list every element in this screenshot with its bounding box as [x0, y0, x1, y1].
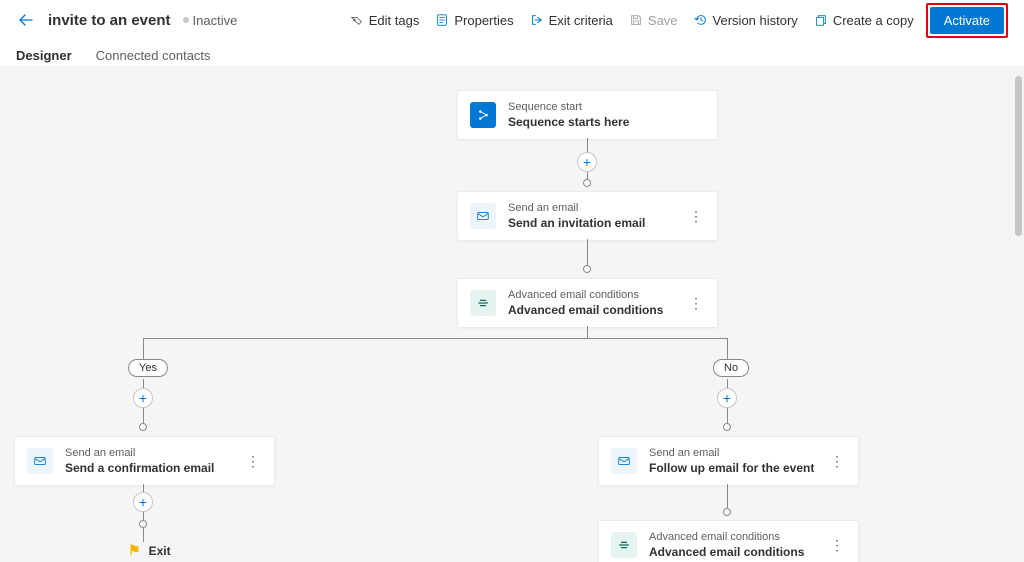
node-title-label: Advanced email conditions — [508, 303, 687, 317]
edit-tags-button[interactable]: Edit tags — [342, 8, 428, 33]
designer-canvas[interactable]: Sequence start Sequence starts here + Se… — [0, 66, 1024, 562]
node-followup-email[interactable]: Send an email Follow up email for the ev… — [598, 436, 859, 486]
add-step-button[interactable]: + — [717, 388, 737, 408]
exit-criteria-button[interactable]: Exit criteria — [522, 8, 621, 33]
node-type-label: Send an email — [65, 447, 244, 459]
branch-yes: Yes — [128, 359, 168, 377]
save-icon — [629, 13, 643, 27]
conditions-icon — [611, 532, 637, 558]
email-icon — [470, 203, 496, 229]
node-title-label: Advanced email conditions — [649, 545, 828, 559]
connector-dot — [139, 520, 147, 528]
node-send-confirmation[interactable]: Send an email Send a confirmation email … — [14, 436, 275, 486]
page-title: invite to an event — [48, 12, 171, 29]
exit-criteria-label: Exit criteria — [549, 13, 613, 28]
exit-label: Exit — [149, 544, 171, 558]
properties-icon — [435, 13, 449, 27]
node-more-button[interactable]: ⋮ — [687, 295, 705, 312]
node-type-label: Sequence start — [508, 101, 705, 113]
node-more-button[interactable]: ⋮ — [828, 537, 846, 554]
node-advanced-conditions-2[interactable]: Advanced email conditions Advanced email… — [598, 520, 859, 562]
conditions-icon — [470, 290, 496, 316]
save-label: Save — [648, 13, 678, 28]
node-advanced-conditions[interactable]: Advanced email conditions Advanced email… — [457, 278, 718, 328]
copy-icon — [814, 13, 828, 27]
exit-icon — [530, 13, 544, 27]
email-icon — [27, 448, 53, 474]
back-button[interactable] — [16, 10, 36, 30]
version-history-label: Version history — [713, 13, 798, 28]
properties-label: Properties — [454, 13, 513, 28]
connector-dot — [583, 179, 591, 187]
save-button: Save — [621, 8, 686, 33]
node-sequence-start[interactable]: Sequence start Sequence starts here — [457, 90, 718, 140]
create-copy-label: Create a copy — [833, 13, 914, 28]
exit-node[interactable]: ⚑ Exit — [128, 542, 171, 559]
properties-button[interactable]: Properties — [427, 8, 521, 33]
activate-button[interactable]: Activate — [930, 7, 1004, 34]
status-indicator-icon — [183, 17, 189, 23]
edit-tags-label: Edit tags — [369, 13, 420, 28]
arrow-left-icon — [18, 12, 34, 28]
node-title-label: Send a confirmation email — [65, 461, 244, 475]
history-icon — [694, 13, 708, 27]
node-type-label: Send an email — [508, 202, 687, 214]
status-text: Inactive — [193, 13, 238, 28]
sequence-start-icon — [470, 102, 496, 128]
add-step-button[interactable]: + — [133, 388, 153, 408]
branch-no: No — [713, 359, 749, 377]
header-bar: invite to an event Inactive Edit tags Pr… — [0, 0, 1024, 40]
node-more-button[interactable]: ⋮ — [244, 453, 262, 470]
node-type-label: Send an email — [649, 447, 828, 459]
activate-highlight: Activate — [926, 3, 1008, 38]
scrollbar-track[interactable] — [1014, 76, 1022, 552]
scrollbar-thumb[interactable] — [1015, 76, 1022, 236]
connector-dot — [139, 423, 147, 431]
node-more-button[interactable]: ⋮ — [828, 453, 846, 470]
node-send-invitation[interactable]: Send an email Send an invitation email ⋮ — [457, 191, 718, 241]
node-type-label: Advanced email conditions — [508, 289, 687, 301]
node-title-label: Sequence starts here — [508, 115, 705, 129]
version-history-button[interactable]: Version history — [686, 8, 806, 33]
node-title-label: Send an invitation email — [508, 216, 687, 230]
node-type-label: Advanced email conditions — [649, 531, 828, 543]
connector-dot — [583, 265, 591, 273]
node-title-label: Follow up email for the event — [649, 461, 828, 475]
create-copy-button[interactable]: Create a copy — [806, 8, 922, 33]
add-step-button[interactable]: + — [133, 492, 153, 512]
connector-dot — [723, 508, 731, 516]
node-more-button[interactable]: ⋮ — [687, 208, 705, 225]
email-icon — [611, 448, 637, 474]
tag-icon — [350, 13, 364, 27]
add-step-button[interactable]: + — [577, 152, 597, 172]
flag-icon: ⚑ — [128, 542, 141, 559]
connector-dot — [723, 423, 731, 431]
